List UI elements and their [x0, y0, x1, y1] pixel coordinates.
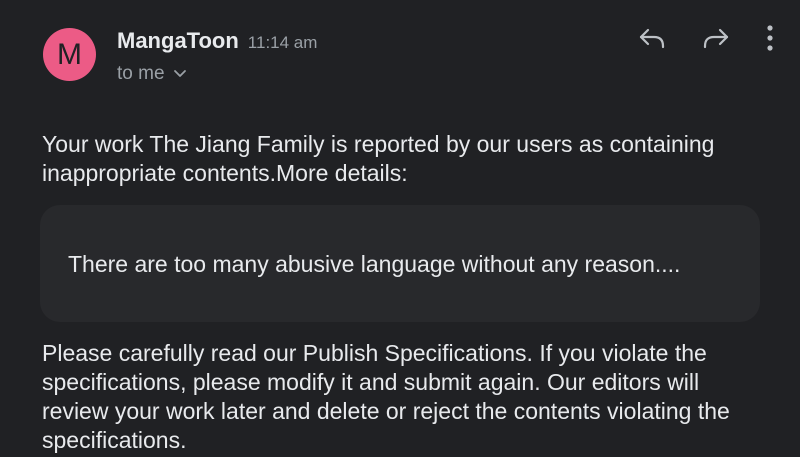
avatar-letter: M — [57, 37, 82, 71]
report-details-box: There are too many abusive language with… — [40, 205, 760, 322]
sender-header: MangaToon 11:14 am — [117, 28, 317, 54]
forward-button[interactable] — [698, 25, 734, 55]
sender-avatar[interactable]: M — [43, 28, 96, 81]
report-details-text: There are too many abusive language with… — [68, 251, 681, 277]
message-paragraph-2: Please carefully read our Publish Specif… — [42, 340, 730, 453]
chevron-down-icon — [173, 69, 187, 79]
recipient-details-toggle[interactable]: to me — [117, 63, 187, 85]
message-paragraph-1: Your work The Jiang Family is reported b… — [42, 131, 715, 186]
more-options-button[interactable] — [758, 23, 782, 57]
forward-icon — [701, 26, 731, 55]
recipient-label: to me — [117, 63, 165, 84]
timestamp: 11:14 am — [247, 33, 318, 52]
reply-button[interactable] — [634, 25, 670, 55]
reply-icon — [637, 26, 667, 55]
sender-name[interactable]: MangaToon — [117, 28, 239, 54]
more-vertical-icon — [766, 24, 774, 56]
email-view: M MangaToon 11:14 am to me Your work The… — [0, 0, 800, 457]
